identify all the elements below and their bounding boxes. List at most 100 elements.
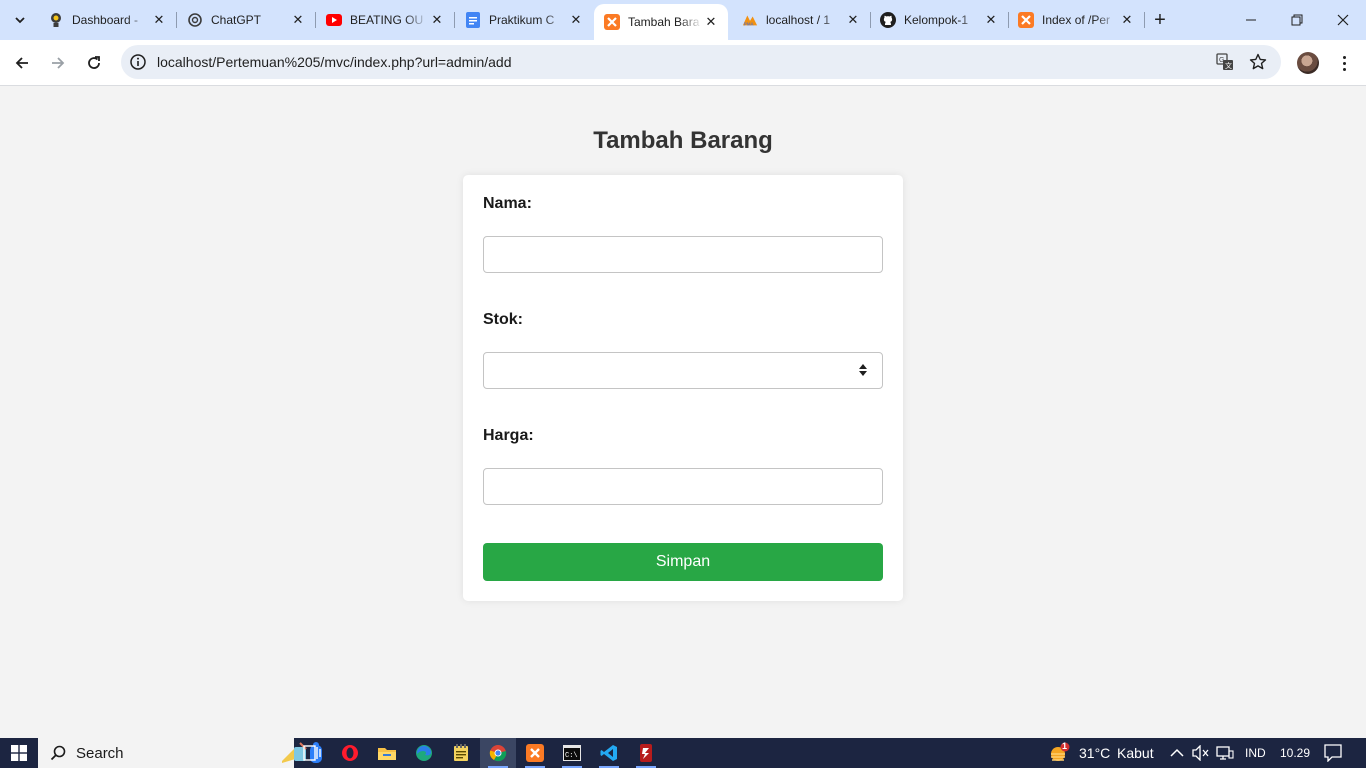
- tab-youtube[interactable]: BEATING OU ✕: [316, 4, 454, 36]
- close-icon[interactable]: ✕: [428, 11, 446, 29]
- tab-strip: Dashboard - ✕ ChatGPT ✕ BEATING OU ✕ Pra…: [0, 0, 1366, 40]
- svg-text:文: 文: [1225, 61, 1232, 70]
- profile-avatar[interactable]: [1297, 52, 1319, 74]
- close-window-button[interactable]: [1320, 0, 1366, 40]
- tab-title: Kelompok-1: [904, 13, 969, 27]
- windows-taskbar: Search C:\ 1 31°C Kabut IND 10.29: [0, 738, 1366, 768]
- weather-description[interactable]: Kabut: [1117, 745, 1154, 761]
- taskbar-vscode[interactable]: [591, 738, 627, 768]
- taskbar-terminal[interactable]: C:\: [554, 738, 590, 768]
- taskbar-chrome[interactable]: [480, 738, 516, 768]
- close-icon[interactable]: ✕: [567, 11, 585, 29]
- page-content: Tambah Barang Nama: Stok: Harga: Simpan: [0, 87, 1366, 738]
- tab-title: localhost / 1: [766, 13, 831, 27]
- restore-button[interactable]: [1274, 0, 1320, 40]
- task-view-button[interactable]: [294, 738, 330, 768]
- search-placeholder: Search: [76, 744, 124, 762]
- vscode-icon: [600, 745, 617, 761]
- close-icon[interactable]: ✕: [982, 11, 1000, 29]
- chevron-up-icon[interactable]: [1168, 744, 1186, 762]
- close-icon: [1337, 14, 1349, 26]
- nama-input[interactable]: [483, 236, 883, 273]
- tab-phpmyadmin[interactable]: PMA localhost / 1 ✕: [732, 4, 870, 36]
- xampp-icon: [604, 14, 620, 30]
- tab-google-docs[interactable]: Praktikum C ✕: [455, 4, 593, 36]
- new-tab-button[interactable]: +: [1148, 8, 1172, 32]
- tab-title: ChatGPT: [211, 13, 262, 27]
- harga-label: Harga:: [483, 427, 534, 444]
- reload-button[interactable]: [78, 47, 110, 79]
- tab-title: Tambah Bara: [628, 15, 700, 29]
- speaker-muted-icon[interactable]: [1192, 744, 1210, 762]
- number-spinner-icon[interactable]: [858, 363, 868, 377]
- tab-github[interactable]: Kelompok-1 ✕: [870, 4, 1008, 36]
- notification-icon[interactable]: [1324, 744, 1342, 762]
- bookmark-star-icon[interactable]: [1248, 52, 1268, 72]
- stok-label: Stok:: [483, 311, 523, 328]
- phpmyadmin-icon: PMA: [742, 12, 758, 28]
- taskbar-opera[interactable]: [332, 738, 368, 768]
- taskbar-file-explorer[interactable]: [369, 738, 405, 768]
- close-icon[interactable]: ✕: [150, 11, 168, 29]
- tab-title: Index of /Per: [1042, 13, 1111, 27]
- close-icon[interactable]: ✕: [844, 11, 862, 29]
- tab-tambah-barang[interactable]: Tambah Bara ✕: [594, 4, 728, 40]
- tab-index-of[interactable]: Index of /Per ✕: [1008, 4, 1144, 36]
- simpan-button[interactable]: Simpan: [483, 543, 883, 581]
- chevron-down-icon: [15, 17, 25, 24]
- close-icon[interactable]: ✕: [289, 11, 307, 29]
- start-button[interactable]: [0, 738, 38, 768]
- taskbar-edge[interactable]: [406, 738, 442, 768]
- filezilla-icon: [640, 744, 652, 762]
- back-button[interactable]: [6, 47, 38, 79]
- minimize-icon: [1246, 19, 1256, 21]
- page-title: Tambah Barang: [593, 127, 773, 154]
- arrow-left-icon: [15, 57, 28, 69]
- bulb-icon: [48, 12, 64, 28]
- forward-button[interactable]: [42, 47, 74, 79]
- docs-icon: [465, 12, 481, 28]
- language-indicator[interactable]: IND: [1245, 746, 1266, 760]
- folder-icon: [378, 748, 396, 760]
- browser-toolbar: localhost/Pertemuan%205/mvc/index.php?ur…: [0, 40, 1366, 86]
- harga-input[interactable]: [483, 468, 883, 505]
- svg-text:PMA: PMA: [744, 21, 755, 26]
- youtube-icon: [326, 12, 342, 28]
- opera-icon: [342, 745, 358, 761]
- add-item-form: Nama: Stok: Harga: Simpan: [463, 175, 903, 601]
- stok-input[interactable]: [483, 352, 883, 389]
- chrome-icon: [489, 745, 507, 762]
- info-icon[interactable]: [129, 53, 147, 71]
- system-clock[interactable]: 10.29: [1280, 746, 1310, 760]
- close-icon[interactable]: ✕: [1118, 11, 1136, 29]
- tab-dashboard[interactable]: Dashboard - ✕: [38, 4, 176, 36]
- tab-separator: [1144, 12, 1145, 28]
- tab-title: Dashboard -: [72, 13, 139, 27]
- taskbar-filezilla[interactable]: [628, 738, 664, 768]
- task-view-icon: [303, 745, 321, 761]
- tab-search-button[interactable]: [6, 6, 34, 34]
- xampp-icon: [526, 744, 544, 762]
- address-bar[interactable]: localhost/Pertemuan%205/mvc/index.php?ur…: [121, 45, 1281, 79]
- weather-temperature[interactable]: 31°C: [1079, 745, 1110, 761]
- close-icon[interactable]: ✕: [702, 13, 720, 31]
- taskbar-notes-app[interactable]: [443, 738, 479, 768]
- weather-badge: 1: [1062, 741, 1068, 751]
- arrow-right-icon: [52, 57, 65, 69]
- svg-text:C:\: C:\: [565, 752, 578, 760]
- translate-icon[interactable]: G文: [1215, 52, 1235, 72]
- minimize-button[interactable]: [1228, 0, 1274, 40]
- taskbar-xampp[interactable]: [517, 738, 553, 768]
- terminal-icon: C:\: [563, 745, 581, 761]
- windows-logo-icon: [11, 745, 27, 761]
- tab-title: Praktikum C: [489, 13, 555, 27]
- url-text[interactable]: localhost/Pertemuan%205/mvc/index.php?ur…: [157, 54, 512, 70]
- nama-label: Nama:: [483, 195, 532, 212]
- reload-icon: [88, 56, 100, 69]
- notepad-icon: [454, 744, 468, 761]
- network-icon[interactable]: [1216, 744, 1234, 762]
- search-icon: [50, 745, 66, 761]
- browser-menu-icon[interactable]: [1334, 52, 1354, 74]
- tab-chatgpt[interactable]: ChatGPT ✕: [177, 4, 315, 36]
- taskbar-search-box[interactable]: Search: [38, 738, 322, 768]
